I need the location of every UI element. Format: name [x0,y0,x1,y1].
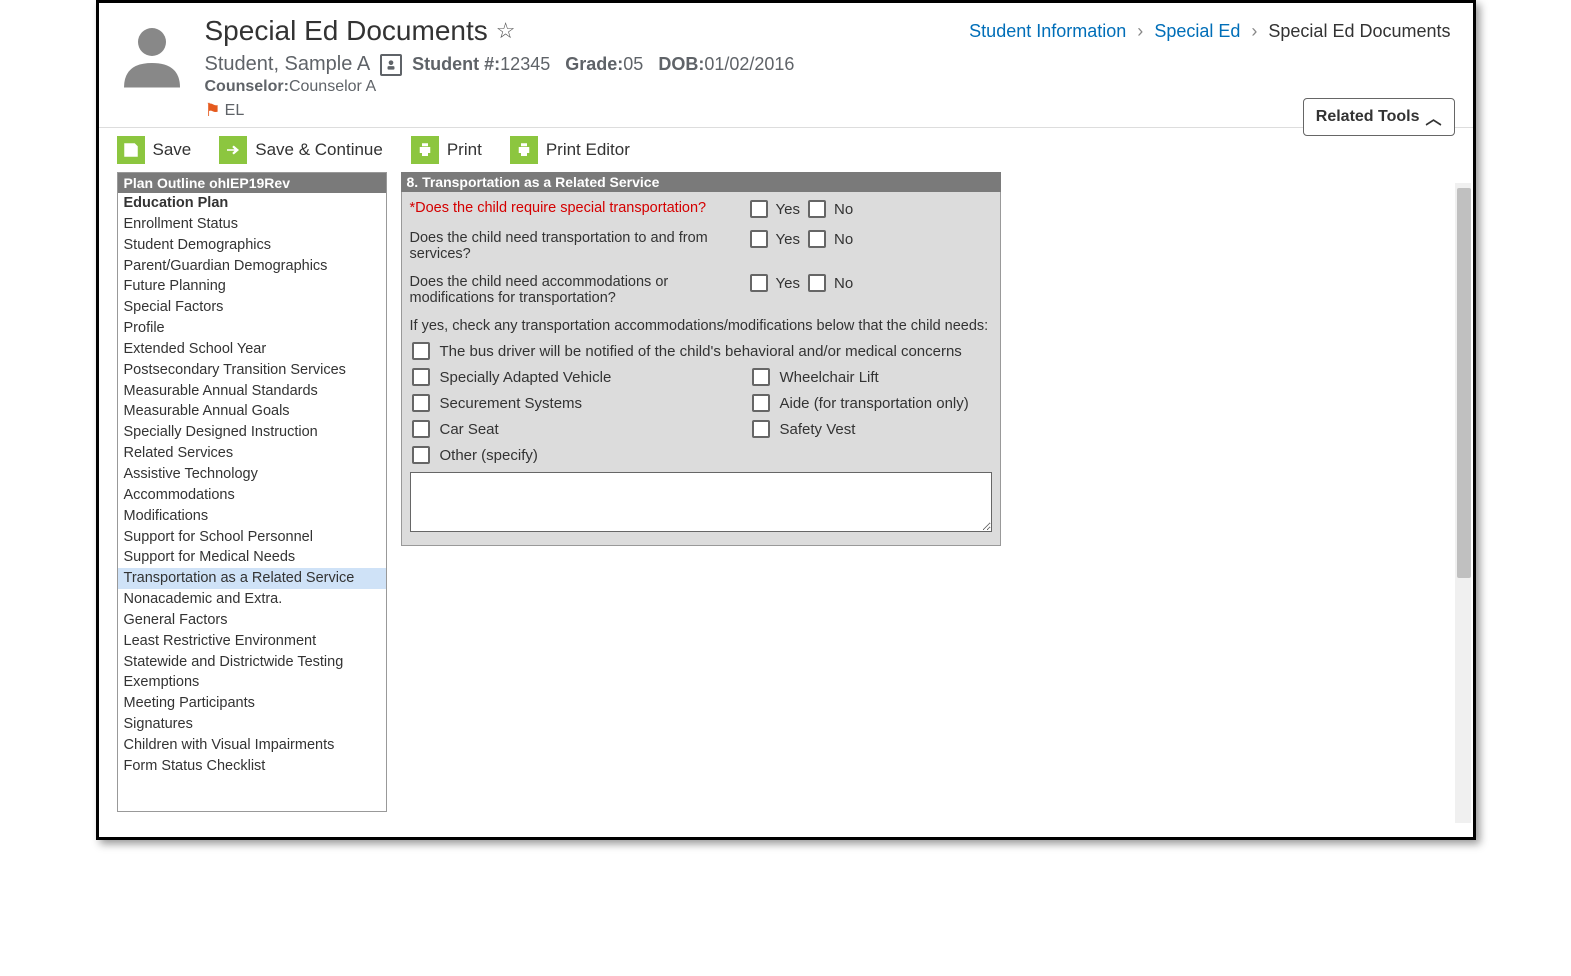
label-no: No [834,201,853,218]
label-aide: Aide (for transportation only) [780,395,969,412]
person-card-icon[interactable] [380,54,402,76]
chevron-right-icon: › [1251,21,1257,41]
checkbox-wheelchair-lift[interactable] [752,368,770,386]
q-special-transport: *Does the child require special transpor… [410,200,750,216]
breadcrumb-current: Special Ed Documents [1268,21,1450,41]
sidebar-item-10[interactable]: Measurable Annual Goals [118,401,386,422]
breadcrumb: Student Information › Special Ed › Speci… [969,21,1450,42]
sidebar-item-8[interactable]: Postsecondary Transition Services [118,360,386,381]
label-safety-vest: Safety Vest [780,421,856,438]
label-adapted-vehicle: Specially Adapted Vehicle [440,369,612,386]
label-yes: Yes [776,275,800,292]
flag-label: EL [225,102,245,120]
sidebar-item-13[interactable]: Assistive Technology [118,464,386,485]
checkbox-securement[interactable] [412,394,430,412]
sidebar-item-26[interactable]: Children with Visual Impairments [118,735,386,756]
sidebar-item-0[interactable]: Education Plan [118,193,386,214]
grade-value: 05 [623,54,643,74]
sidebar-item-25[interactable]: Signatures [118,714,386,735]
checkbox-q1-yes[interactable] [750,200,768,218]
checkbox-q2-no[interactable] [808,230,826,248]
checkbox-q3-yes[interactable] [750,274,768,292]
sidebar-item-9[interactable]: Measurable Annual Standards [118,381,386,402]
label-no: No [834,231,853,248]
label-no: No [834,275,853,292]
sidebar-item-11[interactable]: Specially Designed Instruction [118,422,386,443]
counselor-value: Counselor A [289,78,376,95]
student-number-label: Student #: [412,54,500,74]
save-icon [117,136,145,164]
breadcrumb-special-ed[interactable]: Special Ed [1154,21,1240,41]
sidebar-item-3[interactable]: Parent/Guardian Demographics [118,256,386,277]
checkbox-car-seat[interactable] [412,420,430,438]
checkbox-notify-driver[interactable] [412,342,430,360]
other-specify-input[interactable] [410,472,992,532]
dob-label: DOB: [658,54,704,74]
sidebar-item-6[interactable]: Profile [118,318,386,339]
sidebar-item-27[interactable]: Form Status Checklist [118,756,386,777]
print-button[interactable]: Print [411,136,482,164]
sidebar-item-22[interactable]: Statewide and Districtwide Testing [118,652,386,673]
label-other: Other (specify) [440,447,538,464]
sidebar-item-1[interactable]: Enrollment Status [118,214,386,235]
q-to-from: Does the child need transportation to an… [410,230,750,262]
checkbox-q2-yes[interactable] [750,230,768,248]
sidebar-header: Plan Outline ohIEP19Rev [118,173,386,193]
student-name: Student, Sample A [205,53,371,76]
print-icon [411,136,439,164]
checkbox-q3-no[interactable] [808,274,826,292]
panel-header: 8. Transportation as a Related Service [401,172,1001,192]
sidebar-item-15[interactable]: Modifications [118,506,386,527]
save-button[interactable]: Save [117,136,192,164]
sidebar-item-7[interactable]: Extended School Year [118,339,386,360]
sidebar-item-2[interactable]: Student Demographics [118,235,386,256]
checkbox-safety-vest[interactable] [752,420,770,438]
plan-outline-sidebar: Plan Outline ohIEP19Rev Education PlanEn… [117,172,387,812]
sidebar-item-12[interactable]: Related Services [118,443,386,464]
scrollbar-thumb[interactable] [1457,188,1471,578]
sidebar-item-17[interactable]: Support for Medical Needs [118,547,386,568]
sidebar-item-24[interactable]: Meeting Participants [118,693,386,714]
arrow-right-icon [219,136,247,164]
student-number-value: 12345 [500,54,550,74]
related-tools-button[interactable]: Related Tools ︿ [1303,98,1455,136]
counselor-label: Counselor: [205,78,289,95]
flag-icon[interactable]: ⚑ [205,100,221,121]
sidebar-item-20[interactable]: General Factors [118,610,386,631]
breadcrumb-student-info[interactable]: Student Information [969,21,1126,41]
label-notify-driver: The bus driver will be notified of the c… [440,343,962,360]
label-yes: Yes [776,231,800,248]
favorite-star-icon[interactable]: ☆ [496,18,516,44]
sidebar-item-23[interactable]: Exemptions [118,672,386,693]
sidebar-item-21[interactable]: Least Restrictive Environment [118,631,386,652]
sidebar-item-4[interactable]: Future Planning [118,276,386,297]
sidebar-item-19[interactable]: Nonacademic and Extra. [118,589,386,610]
avatar [117,21,187,91]
page-title: Special Ed Documents [205,15,488,47]
chevron-right-icon: › [1137,21,1143,41]
sidebar-item-18[interactable]: Transportation as a Related Service [118,568,386,589]
chevron-up-icon: ︿ [1425,105,1441,129]
related-tools-label: Related Tools [1316,108,1420,126]
print-icon [510,136,538,164]
label-yes: Yes [776,201,800,218]
dob-value: 01/02/2016 [704,54,794,74]
sidebar-item-5[interactable]: Special Factors [118,297,386,318]
label-securement: Securement Systems [440,395,583,412]
checkbox-adapted-vehicle[interactable] [412,368,430,386]
grade-label: Grade: [565,54,623,74]
label-car-seat: Car Seat [440,421,499,438]
checkbox-aide[interactable] [752,394,770,412]
accommodation-instructions: If yes, check any transportation accommo… [410,318,992,334]
checkbox-other[interactable] [412,446,430,464]
sidebar-item-14[interactable]: Accommodations [118,485,386,506]
save-continue-button[interactable]: Save & Continue [219,136,383,164]
label-wheelchair-lift: Wheelchair Lift [780,369,879,386]
checkbox-q1-no[interactable] [808,200,826,218]
q-accommodations: Does the child need accommodations or mo… [410,274,750,306]
sidebar-item-16[interactable]: Support for School Personnel [118,527,386,548]
print-editor-button[interactable]: Print Editor [510,136,630,164]
